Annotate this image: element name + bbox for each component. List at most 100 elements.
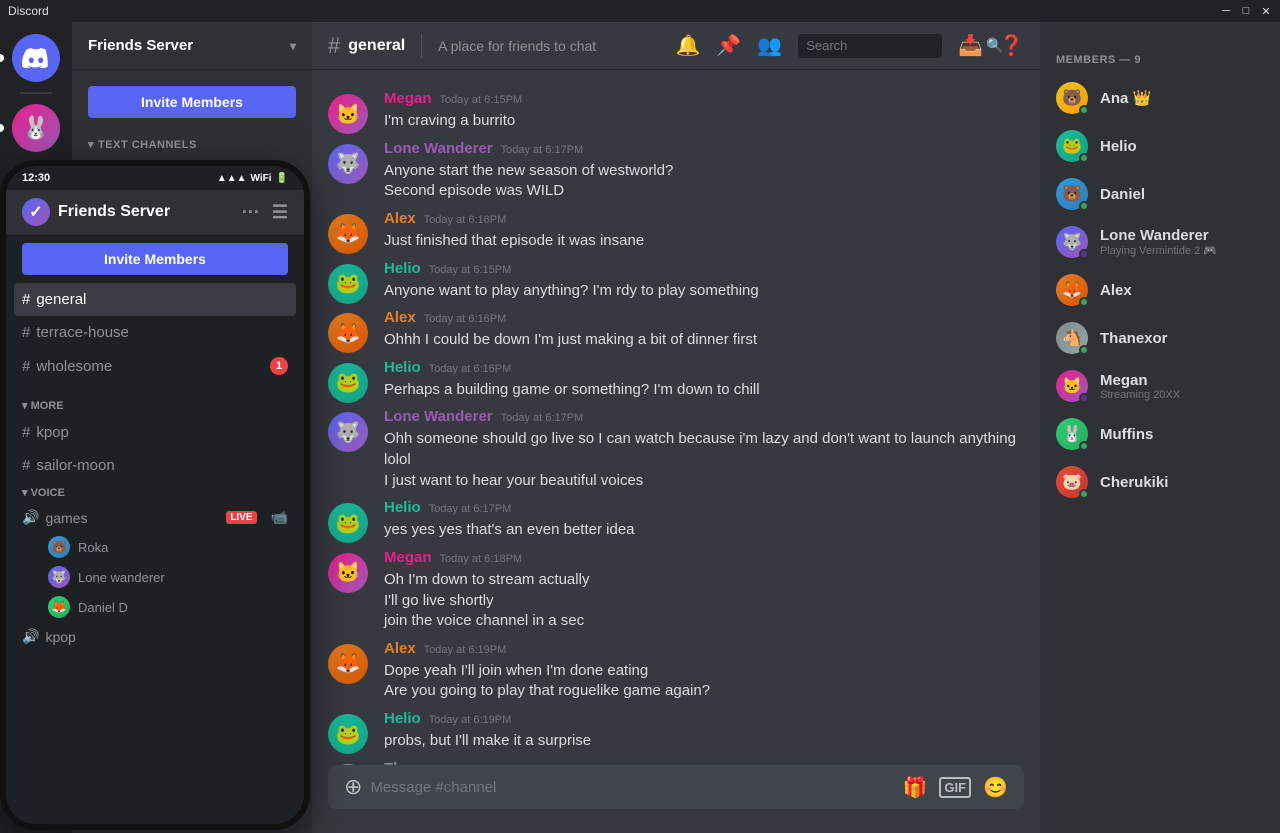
avatar-lone-wanderer[interactable]: 🐺	[328, 144, 368, 184]
member-avatar-helio: 🐸	[1056, 130, 1088, 162]
message-time-alex-2: Today at 6:16PM	[424, 313, 507, 325]
avatar-megan-2[interactable]: 🐱	[328, 553, 368, 593]
member-name-daniel: Daniel	[1100, 186, 1145, 203]
server-name: Friends Server	[88, 37, 193, 54]
members-icon[interactable]: 👥	[757, 33, 782, 58]
avatar-alex-3[interactable]: 🦊	[328, 644, 368, 684]
member-avatar-muffins: 🐰	[1056, 418, 1088, 450]
input-actions: 🎁 GIF 😊	[903, 775, 1008, 800]
status-dot-helio	[1079, 153, 1089, 163]
invite-members-button[interactable]: Invite Members	[88, 86, 296, 118]
gif-icon[interactable]: GIF	[939, 777, 971, 798]
member-item-daniel[interactable]: 🐻 Daniel	[1048, 170, 1272, 218]
message-group-helio-1: 🐸 Helio Today at 6:15PM Anyone want to p…	[312, 256, 1040, 306]
avatar-alex[interactable]: 🦊	[328, 214, 368, 254]
phone-more-icon[interactable]: ···	[242, 202, 260, 223]
phone-hamburger-icon[interactable]: ☰	[272, 202, 288, 223]
message-group-helio-4: 🐸 Helio Today at 6:19PM probs, but I'll …	[312, 706, 1040, 756]
avatar-helio-2[interactable]: 🐸	[328, 363, 368, 403]
member-name-megan: Megan	[1100, 372, 1180, 389]
message-author-helio-2[interactable]: Helio	[384, 359, 421, 376]
titlebar-title: Discord	[8, 4, 49, 18]
server-header[interactable]: Friends Server ▾	[72, 22, 312, 70]
message-header-thanexor: Thanexor Today at 6:19PM	[384, 760, 1024, 765]
message-group-thanexor: 🐴 Thanexor Today at 6:19PM Oh I'm deff w…	[312, 756, 1040, 765]
message-author-helio-3[interactable]: Helio	[384, 499, 421, 516]
phone-category-more[interactable]: ▾ MORE	[6, 383, 304, 416]
avatar-thanexor[interactable]: 🐴	[328, 764, 368, 765]
phone-invite-button[interactable]: Invite Members	[22, 243, 288, 275]
message-author-lone[interactable]: Lone Wanderer	[384, 140, 493, 157]
phone-overlay: 12:30 ▲▲▲ WiFi 🔋 ✓ Friends Server ··· ☰ …	[0, 160, 310, 830]
member-item-thanexor[interactable]: 🐴 Thanexor	[1048, 314, 1272, 362]
minimize-button[interactable]: ─	[1220, 5, 1232, 17]
message-time-helio: Today at 6:15PM	[429, 264, 512, 276]
message-author-lone-2[interactable]: Lone Wanderer	[384, 408, 493, 425]
search-input[interactable]	[806, 38, 982, 53]
members-sidebar: MEMBERS — 9 🐻 Ana 👑 🐸 Helio	[1040, 22, 1280, 833]
server-divider	[20, 92, 52, 94]
gift-icon[interactable]: 🎁	[903, 775, 928, 800]
avatar-helio-4[interactable]: 🐸	[328, 714, 368, 754]
message-content-lone-4: I just want to hear your beautiful voice…	[384, 471, 1024, 492]
phone-voice-member-lone[interactable]: 🐺 Lone wanderer	[6, 562, 304, 592]
message-author-helio[interactable]: Helio	[384, 260, 421, 277]
message-content-megan-2: I'll go live shortly	[384, 591, 1024, 612]
message-input[interactable]	[370, 779, 894, 796]
phone-channel-general[interactable]: # general	[14, 283, 296, 316]
message-author-alex-3[interactable]: Alex	[384, 640, 416, 657]
phone-channel-sailor-moon[interactable]: # sailor-moon	[6, 449, 304, 482]
member-name-alex: Alex	[1100, 282, 1132, 299]
member-item-lone-wanderer[interactable]: 🐺 Lone Wanderer Playing Vermintide 2 🎮	[1048, 218, 1272, 266]
phone-voice-kpop[interactable]: 🔊 kpop	[6, 622, 304, 651]
status-dot-cherukiki	[1079, 489, 1089, 499]
message-content-alex-1: Just finished that episode it was insane	[384, 231, 1024, 252]
server-icon-bunny[interactable]: 🐰	[12, 104, 60, 152]
phone-voice-member-roka[interactable]: 🐻 Roka	[6, 532, 304, 562]
category-text-channels[interactable]: ▾ Text Channels	[72, 122, 312, 155]
message-input-area: ⊕ 🎁 GIF 😊	[312, 765, 1040, 833]
phone-hash-icon-2: #	[22, 324, 30, 341]
member-item-cherukiki[interactable]: 🐷 Cherukiki	[1048, 458, 1272, 506]
message-author-helio-4[interactable]: Helio	[384, 710, 421, 727]
avatar-lone-2[interactable]: 🐺	[328, 412, 368, 452]
help-icon[interactable]: ❓	[999, 33, 1024, 58]
member-avatar-lone: 🐺	[1056, 226, 1088, 258]
emoji-icon[interactable]: 😊	[983, 775, 1008, 800]
avatar-alex-2[interactable]: 🦊	[328, 313, 368, 353]
pin-icon[interactable]: 📌	[716, 33, 741, 58]
message-author-megan[interactable]: Megan	[384, 90, 432, 107]
maximize-button[interactable]: □	[1240, 5, 1252, 17]
message-content-helio-3: yes yes yes that's an even better idea	[384, 520, 1024, 541]
avatar-megan[interactable]: 🐱	[328, 94, 368, 134]
phone-member-avatar-daniel-d: 🦊	[48, 596, 70, 618]
phone-server-header: ✓ Friends Server ··· ☰	[6, 190, 304, 235]
member-item-helio[interactable]: 🐸 Helio	[1048, 122, 1272, 170]
avatar-helio[interactable]: 🐸	[328, 264, 368, 304]
member-item-ana[interactable]: 🐻 Ana 👑	[1048, 74, 1272, 122]
members-category-title: MEMBERS — 9	[1048, 38, 1272, 70]
message-author-alex-2[interactable]: Alex	[384, 309, 416, 326]
avatar-helio-3[interactable]: 🐸	[328, 503, 368, 543]
close-button[interactable]: ✕	[1260, 5, 1272, 17]
phone-voice-games[interactable]: 🔊 games LIVE 📹	[6, 503, 304, 532]
notification-bell-icon[interactable]: 🔔	[675, 33, 700, 58]
member-item-muffins[interactable]: 🐰 Muffins	[1048, 410, 1272, 458]
add-attachment-button[interactable]: ⊕	[344, 774, 362, 800]
status-dot-lone	[1079, 249, 1089, 259]
message-time-helio-3: Today at 6:17PM	[429, 503, 512, 515]
message-time: Today at 6:15PM	[440, 94, 523, 106]
message-author-thanexor[interactable]: Thanexor	[384, 760, 452, 765]
phone-channel-kpop[interactable]: # kpop	[6, 416, 304, 449]
member-item-megan[interactable]: 🐱 Megan Streaming 20XX	[1048, 362, 1272, 410]
phone-voice-member-daniel[interactable]: 🦊 Daniel D	[6, 592, 304, 622]
member-item-alex[interactable]: 🦊 Alex	[1048, 266, 1272, 314]
message-header-alex-2: Alex Today at 6:16PM	[384, 309, 1024, 326]
phone-live-badge: LIVE	[226, 511, 256, 524]
message-author-megan-2[interactable]: Megan	[384, 549, 432, 566]
server-icon-home[interactable]	[12, 34, 60, 82]
message-author-alex[interactable]: Alex	[384, 210, 416, 227]
phone-channel-terrace[interactable]: # terrace-house	[6, 316, 304, 349]
phone-channel-wholesome[interactable]: # wholesome 1	[6, 349, 304, 383]
inbox-icon[interactable]: 📥	[958, 33, 983, 58]
